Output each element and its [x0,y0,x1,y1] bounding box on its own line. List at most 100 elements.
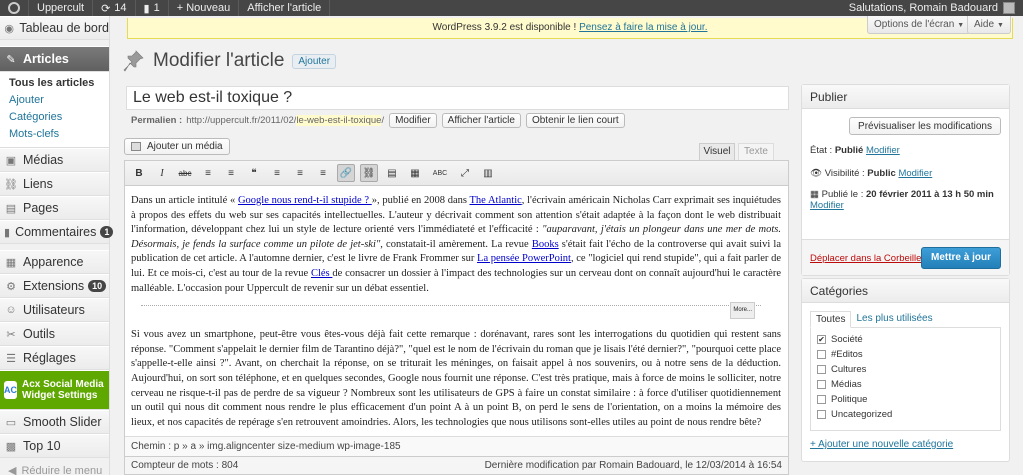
admin-bar: Uppercult ⟳ 14 ▮ 1 + Nouveau Afficher l'ar… [0,0,1023,16]
blockquote-icon[interactable]: ❝ [245,164,263,182]
my-account-link[interactable]: Salutations, Romain Badouard [841,0,1023,16]
publish-box: Publier Prévisualiser les modifications … [801,84,1010,276]
help-label: Aide [974,19,995,30]
update-now-link[interactable]: Pensez à faire la mise à jour. [579,22,707,33]
sidebar-item-settings[interactable]: ☰ Réglages [0,346,109,370]
link-books[interactable]: Books [532,239,559,250]
permalink-slug[interactable]: le-web-est-il-toxique [296,115,382,126]
editor-content[interactable]: Dans un article intitulé « Google nous r… [125,186,788,432]
add-new-category-link[interactable]: + Ajouter une nouvelle catégorie [810,439,1009,450]
sidebar-item-extensions[interactable]: ⚙ Extensions 10 [0,274,109,298]
sidebar-item-appearance[interactable]: ▦ Apparence [0,250,109,274]
updates-link[interactable]: ⟳ 14 [93,0,134,16]
category-item[interactable]: Cultures [817,362,994,377]
move-to-trash-link[interactable]: Déplacer dans la Corbeille [810,253,921,264]
unlink-icon[interactable]: ⛓ [360,164,378,182]
submenu-categories[interactable]: Catégories [0,109,109,126]
tab-visual[interactable]: Visuel [699,143,735,160]
category-item[interactable]: Politique [817,392,994,407]
submenu-all-articles[interactable]: Tous les articles [0,75,109,92]
sidebar-item-top10[interactable]: ▩ Top 10 [0,434,109,458]
edit-status-link[interactable]: Modifier [866,145,900,156]
align-right-icon[interactable]: ≡ [314,164,332,182]
comments-link[interactable]: ▮ 1 [136,0,168,16]
tab-text[interactable]: Texte [738,143,774,160]
edit-visibility-link[interactable]: Modifier [898,168,932,179]
sidebar-item-media[interactable]: ▣ Médias [0,148,109,172]
sidebar-item-label: Médias [23,153,64,167]
sidebar-item-smooth-slider[interactable]: ▭ Smooth Slider [0,410,109,434]
acx-icon: AC [4,381,17,399]
strikethrough-button[interactable]: abc [176,164,194,182]
align-center-icon[interactable]: ≡ [291,164,309,182]
sidebar-item-users[interactable]: ☺ Utilisateurs [0,298,109,322]
link-pensee-powerpoint[interactable]: La pensée PowerPoint [477,253,571,264]
site-name: Uppercult [37,2,85,14]
collapse-menu-button[interactable]: ◀ Réduire le menu [0,458,109,475]
sidebar-item-label: Articles [23,52,69,66]
sidebar-item-tools[interactable]: ✂ Outils [0,322,109,346]
italic-button[interactable]: I [153,164,171,182]
sidebar-item-articles[interactable]: ✎ Articles [0,46,109,72]
add-media-button[interactable]: Ajouter un média [124,138,230,155]
align-left-icon[interactable]: ≡ [268,164,286,182]
site-name-link[interactable]: Uppercult [29,0,92,16]
link-cles[interactable]: Clés [311,268,332,279]
category-item[interactable]: Médias [817,377,994,392]
separator [329,0,331,16]
category-checkbox[interactable] [817,380,826,389]
category-checkbox[interactable] [817,350,826,359]
category-checkbox[interactable] [817,365,826,374]
category-checkbox[interactable] [817,395,826,404]
new-content-link[interactable]: + Nouveau [169,0,239,16]
sidebar-item-acx-social[interactable]: AC Acx Social Media Widget Settings [0,370,109,410]
help-button[interactable]: Aide ▼ [967,16,1011,34]
bold-button[interactable]: B [130,164,148,182]
category-label: Médias [831,379,862,390]
bullet-list-icon[interactable]: ≡ [199,164,217,182]
sidebar-item-dashboard[interactable]: ◉ Tableau de bord [0,16,109,40]
add-new-button[interactable]: Ajouter [292,53,337,69]
link-icon: ⛓ [4,178,18,191]
category-checkbox[interactable] [817,410,826,419]
edit-date-link[interactable]: Modifier [810,200,844,211]
insert-link-icon[interactable]: 🔗 [337,164,355,182]
tab-most-used[interactable]: Les plus utilisées [851,311,937,328]
updates-count: 14 [114,2,127,14]
submenu-add[interactable]: Ajouter [0,92,109,109]
kitchen-sink-icon[interactable]: ▥ [479,164,497,182]
preview-changes-button[interactable]: Prévisualiser les modifications [849,117,1001,135]
edit-permalink-button[interactable]: Modifier [389,113,437,128]
view-post-button[interactable]: Afficher l'article [441,113,521,128]
category-checkbox[interactable]: ✔ [817,335,826,344]
category-checklist: ✔ Société #Edito​s Cultures Médias Politi… [810,327,1001,431]
sidebar-item-pages[interactable]: ▤ Pages [0,196,109,220]
articles-submenu: Tous les articles Ajouter Catégories Mot… [0,72,109,148]
more-tag-icon[interactable]: ▤ [383,164,401,182]
sidebar-item-label: Tableau de bord [19,21,109,35]
table-icon[interactable]: ▦ [406,164,424,182]
admin-sidebar: ◉ Tableau de bord ✎ Articles Tous les arti… [0,16,114,475]
sidebar-item-comments[interactable]: ▮ Commentaires 1 [0,220,114,244]
view-post-link[interactable]: Afficher l'article [239,0,329,16]
wordpress-logo-button[interactable] [0,0,28,16]
screen-options-button[interactable]: Options de l'écran ▼ [867,16,972,34]
link-the-atlantic[interactable]: The Atlantic [469,195,521,206]
sidebar-item-links[interactable]: ⛓ Liens [0,172,109,196]
category-item[interactable]: Uncategorized [817,407,994,422]
page-title: Modifier l'article [153,50,285,71]
link-google-stupide[interactable]: Google nous rend-t-il stupide ? [238,195,372,206]
publish-box-title[interactable]: Publier [802,85,1009,109]
category-item[interactable]: #Edito​s [817,347,994,362]
tab-all-categories[interactable]: Toutes [810,311,852,328]
categories-box-title[interactable]: Catégories [802,279,1009,303]
get-shortlink-button[interactable]: Obtenir le lien court [525,113,625,128]
category-item[interactable]: ✔ Société [817,332,994,347]
sidebar-item-label: Pages [23,201,59,215]
fullscreen-icon[interactable]: ⤢ [456,164,474,182]
spellcheck-icon[interactable]: ABC [429,164,451,182]
submenu-tags[interactable]: Mots-clefs [0,126,109,143]
post-title-input[interactable]: Le web est-il toxique ? [126,86,789,110]
numbered-list-icon[interactable]: ≡ [222,164,240,182]
update-button[interactable]: Mettre à jour [920,247,1001,269]
